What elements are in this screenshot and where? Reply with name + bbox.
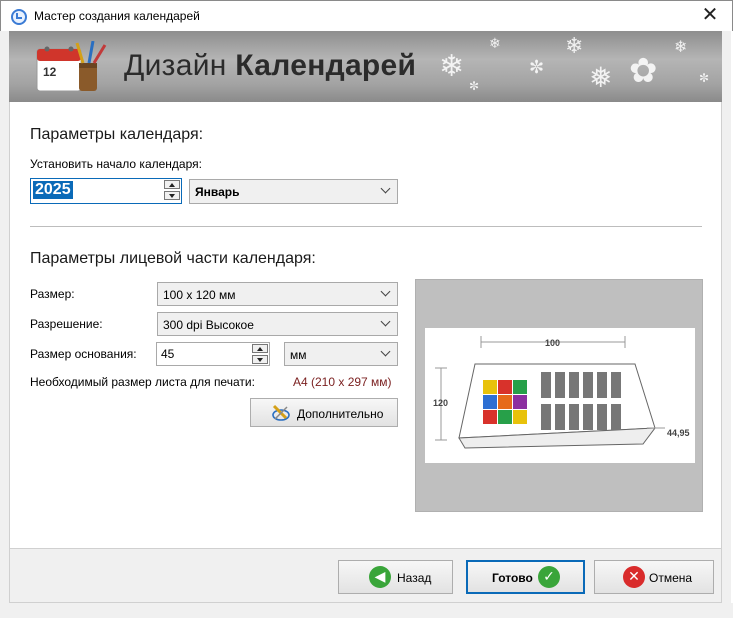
check-icon: ✓ (538, 566, 560, 588)
header-banner: 12 Дизайн Календарей ❄ ❄ ✼ ❄ ❅ ✿ ❄ ✼ ✼ (9, 31, 722, 102)
snowflake-icon: ❄ (565, 33, 584, 58)
size-select[interactable]: 100 x 120 мм (157, 282, 398, 306)
snowflake-icon: ❄ (674, 39, 688, 56)
year-input[interactable]: 2025 (30, 178, 182, 204)
dialog-footer: ◀ Назад Готово ✓ ✕ Отмена (9, 548, 722, 603)
spin-down-button[interactable] (164, 191, 180, 200)
preview-panel: 100 120 44,95 (415, 279, 703, 512)
paint-tools-icon (272, 404, 290, 421)
cancel-x-icon: ✕ (623, 566, 645, 588)
spin-down-button[interactable] (252, 355, 268, 364)
resolution-label: Разрешение: (30, 317, 103, 331)
start-label: Установить начало календаря: (30, 157, 202, 171)
chevron-down-icon (380, 346, 391, 357)
front-params-heading: Параметры лицевой части календаря: (30, 250, 316, 267)
svg-text:120: 120 (433, 398, 448, 408)
snowflake-icon: ✼ (529, 57, 545, 77)
snowflake-icon: ❄ (489, 35, 501, 51)
snowflake-icon: ❄ (439, 50, 465, 83)
window-frame-right (722, 31, 731, 618)
banner-title: Дизайн Календарей (124, 49, 417, 82)
section-divider (30, 226, 702, 227)
base-size-spinner[interactable] (252, 344, 268, 364)
calendar-params-heading: Параметры календаря: (30, 126, 204, 143)
chevron-down-icon (380, 183, 391, 194)
arrow-left-icon: ◀ (369, 566, 391, 588)
spin-up-button[interactable] (164, 180, 180, 189)
close-button[interactable]: ✕ (696, 4, 724, 28)
year-spinner[interactable] (164, 180, 180, 200)
back-button[interactable]: ◀ Назад (338, 560, 453, 594)
chevron-down-icon (380, 286, 391, 297)
calendar-logo-icon: 12 (36, 41, 107, 92)
sheet-size-value: A4 (210 x 297 мм) (293, 375, 392, 389)
svg-text:44,95: 44,95 (667, 428, 690, 438)
calendar-preview-image: 100 120 44,95 (425, 328, 695, 463)
window-frame-bottom (0, 603, 733, 618)
app-icon (11, 9, 27, 25)
chevron-down-icon (380, 316, 391, 327)
window-title: Мастер создания календарей (34, 9, 200, 23)
cancel-button[interactable]: ✕ Отмена (594, 560, 714, 594)
base-size-input[interactable]: 45 (156, 342, 270, 366)
month-select[interactable]: Январь (189, 179, 398, 204)
size-label: Размер: (30, 287, 75, 301)
svg-text:100: 100 (545, 338, 560, 348)
snowflake-icon: ✼ (699, 71, 710, 85)
title-bar: Мастер создания календарей ✕ (0, 0, 733, 31)
done-button[interactable]: Готово ✓ (466, 560, 585, 594)
window-frame-left (0, 31, 9, 618)
main-content: Параметры календаря: Установить начало к… (9, 102, 722, 548)
sheet-size-label: Необходимый размер листа для печати: (30, 375, 255, 389)
base-size-label: Размер основания: (30, 347, 137, 361)
snowflake-icon: ❅ (589, 62, 613, 93)
snowflake-icon: ✿ (629, 52, 658, 90)
snowflake-icon: ✼ (469, 79, 480, 93)
resolution-select[interactable]: 300 dpi Высокое (157, 312, 398, 336)
unit-select[interactable]: мм (284, 342, 398, 366)
advanced-button[interactable]: Дополнительно (250, 398, 398, 427)
spin-up-button[interactable] (252, 344, 268, 353)
svg-text:12: 12 (43, 65, 57, 79)
